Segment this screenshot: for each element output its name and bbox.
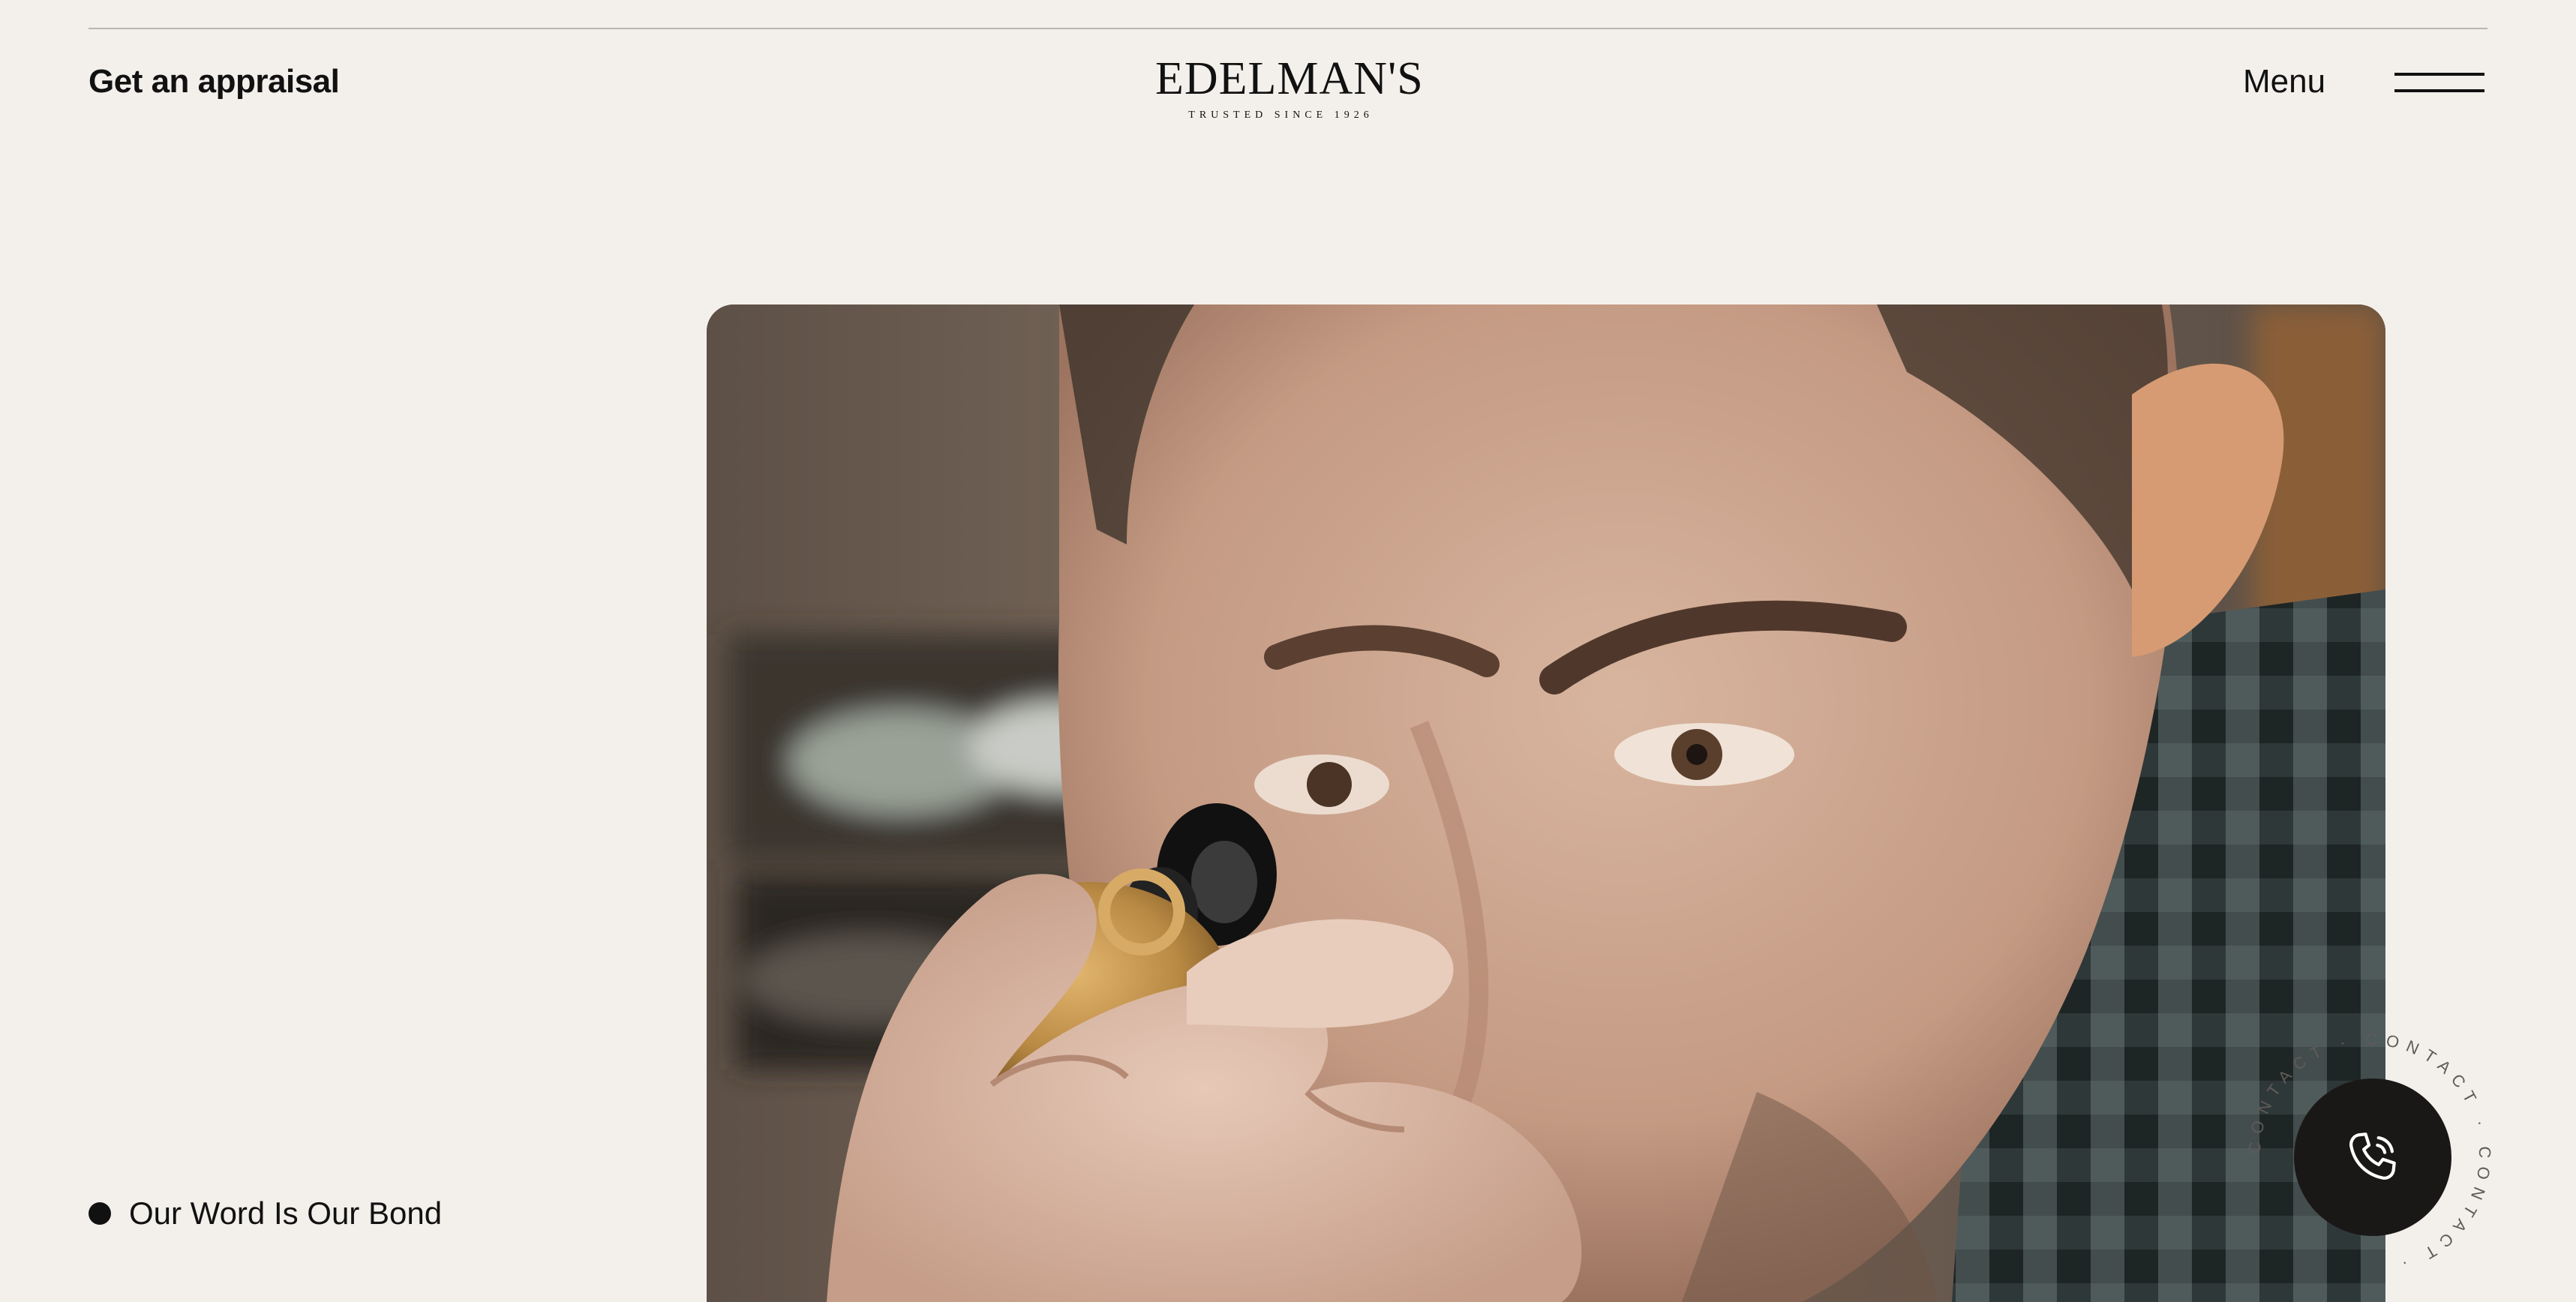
contact-phone-button[interactable] [2294,1078,2451,1236]
hero-tagline-text: Our Word Is Our Bond [129,1196,443,1231]
brand-name: EDELMAN'S [1155,53,1424,104]
hero-image [707,304,2385,1302]
bullet-dot [89,1202,111,1225]
get-appraisal-link[interactable]: Get an appraisal [89,63,340,100]
phone-icon [2349,1132,2396,1180]
hamburger-menu-icon[interactable] [2394,73,2484,94]
brand-tagline: TRUSTED SINCE 1926 [1188,110,1374,121]
header-divider [89,28,2487,29]
contact-badge[interactable]: CONTACT · CONTACT · CONTACT · [2246,1030,2493,1278]
hero-tagline: Our Word Is Our Bond [89,1196,442,1232]
menu-label[interactable]: Menu [2243,63,2325,100]
hamburger-bar-bottom [2394,89,2484,92]
jeweler-with-loupe-illustration [707,304,2385,1302]
brand-logo[interactable]: EDELMAN'S TRUSTED SINCE 1926 [1155,53,1424,122]
hamburger-bar-top [2394,73,2484,76]
